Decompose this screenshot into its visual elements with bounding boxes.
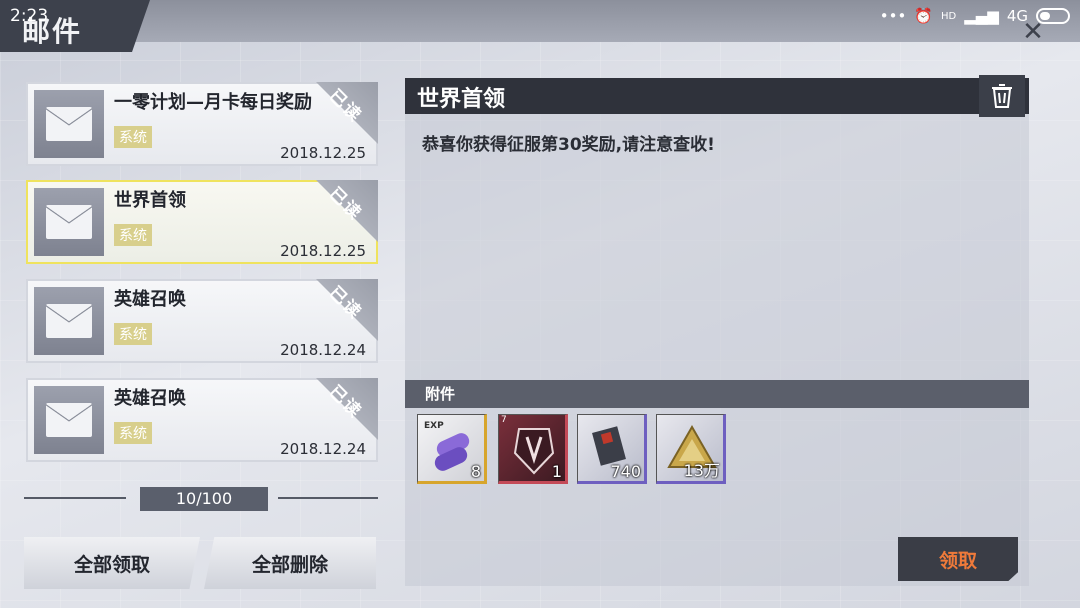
- mail-envelope-icon: [34, 386, 104, 454]
- trash-icon[interactable]: [979, 75, 1025, 117]
- attachment-label: 附件: [425, 385, 456, 403]
- item-quantity: 13万: [683, 461, 720, 480]
- pager-divider-left: [24, 497, 126, 499]
- mail-date: 2018.12.25: [280, 242, 366, 260]
- mail-item-selected[interactable]: 世界首领 系统 2018.12.25 已读: [26, 180, 378, 264]
- delete-all-button[interactable]: 全部删除: [204, 537, 376, 589]
- mail-item[interactable]: 英雄召唤 系统 2018.12.24 已读: [26, 279, 378, 363]
- item-quantity: 8: [470, 462, 481, 481]
- card-item-icon[interactable]: 740: [577, 414, 647, 484]
- mail-tag: 系统: [114, 224, 152, 246]
- mail-item[interactable]: 英雄召唤 系统 2018.12.24 已读: [26, 378, 378, 462]
- gold-token-icon[interactable]: 13万: [656, 414, 726, 484]
- mail-title: 英雄召唤: [114, 289, 186, 310]
- item-quantity: 1: [551, 462, 562, 481]
- detail-header: 世界首领: [405, 75, 1029, 117]
- emblem-icon[interactable]: 7 1: [498, 414, 568, 484]
- mail-envelope-icon: [34, 188, 104, 256]
- mail-envelope-icon: [34, 287, 104, 355]
- page-counter: 10/100: [140, 487, 268, 511]
- mail-date: 2018.12.25: [280, 144, 366, 162]
- detail-body: 恭喜你获得征服第30奖励,请注意查收!: [422, 135, 715, 155]
- detail-title: 世界首领: [417, 87, 506, 112]
- alarm-icon: ⏰: [914, 7, 933, 25]
- exp-capsule-icon[interactable]: EXP 8: [417, 414, 487, 484]
- mail-envelope-icon: [34, 90, 104, 158]
- mail-title: 一零计划—月卡每日奖励: [114, 92, 312, 113]
- hd-signal-icon: HD: [940, 10, 957, 22]
- pager-divider-right: [278, 497, 378, 499]
- mail-item[interactable]: 一零计划—月卡每日奖励 系统 2018.12.25 已读: [26, 82, 378, 166]
- more-dots-icon: •••: [879, 7, 907, 25]
- claim-button[interactable]: 领取: [898, 537, 1018, 581]
- mail-title: 英雄召唤: [114, 388, 186, 409]
- mail-date: 2018.12.24: [280, 440, 366, 458]
- signal-bars-icon: ▂▄▆: [964, 7, 999, 25]
- status-time: 2:23: [10, 6, 49, 26]
- mail-date: 2018.12.24: [280, 341, 366, 359]
- mail-tag: 系统: [114, 126, 152, 148]
- item-quantity: 740: [610, 462, 641, 481]
- mail-tag: 系统: [114, 422, 152, 444]
- close-icon[interactable]: ✕: [1016, 19, 1050, 45]
- claim-all-button[interactable]: 全部领取: [24, 537, 200, 589]
- mail-tag: 系统: [114, 323, 152, 345]
- mail-title: 世界首领: [114, 190, 186, 211]
- attachment-header: 附件: [405, 380, 1029, 408]
